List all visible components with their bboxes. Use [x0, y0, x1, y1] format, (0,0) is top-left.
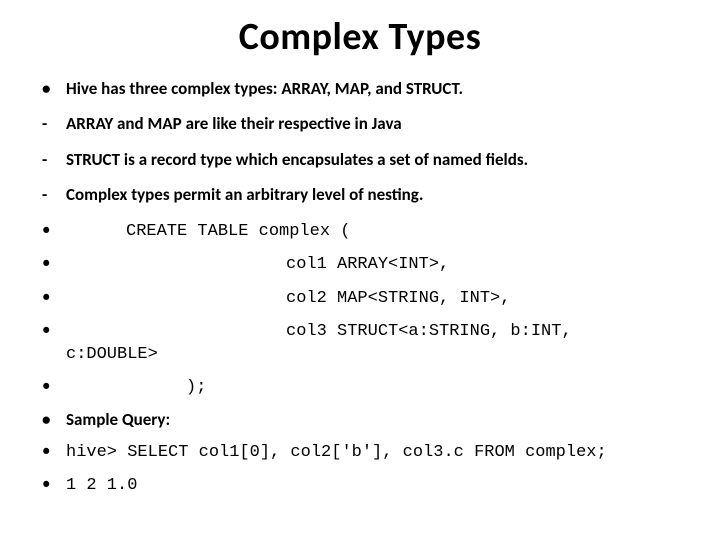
result-text: 1 2 1.0: [66, 476, 137, 495]
sample-query: hive> SELECT col1[0], col2['b'], col3.c …: [40, 440, 690, 463]
code-line-col1: col1 ARRAY<INT>,: [40, 252, 690, 275]
bullet-struct: STRUCT is a record type which encapsulat…: [40, 149, 690, 170]
code-text: col1 ARRAY<INT>,: [66, 254, 449, 275]
bullet-list: Hive has three complex types: ARRAY, MAP…: [30, 78, 690, 496]
code-line-col2: col2 MAP<STRING, INT>,: [40, 286, 690, 309]
slide-title: Complex Types: [30, 14, 690, 60]
bullet-nesting: Complex types permit an arbitrary level …: [40, 184, 690, 205]
sample-result: 1 2 1.0: [40, 473, 690, 496]
code-text: c:DOUBLE>: [66, 345, 158, 364]
slide: Complex Types Hive has three complex typ…: [0, 0, 720, 540]
code-text: );: [66, 377, 206, 398]
query-text: hive> SELECT col1[0], col2['b'], col3.c …: [66, 443, 607, 462]
bullet-array-map: ARRAY and MAP are like their respective …: [40, 113, 690, 134]
sample-query-label: Sample Query:: [40, 409, 690, 430]
code-text: col2 MAP<STRING, INT>,: [66, 288, 510, 309]
code-text: col3 STRUCT<a:STRING, b:INT,: [66, 321, 572, 342]
code-line-col3: col3 STRUCT<a:STRING, b:INT, c:DOUBLE>: [40, 319, 690, 366]
bullet-intro: Hive has three complex types: ARRAY, MAP…: [40, 78, 690, 99]
code-line-create: CREATE TABLE complex (: [40, 219, 690, 242]
code-text: CREATE TABLE complex (: [66, 221, 350, 242]
code-line-close: );: [40, 375, 690, 398]
